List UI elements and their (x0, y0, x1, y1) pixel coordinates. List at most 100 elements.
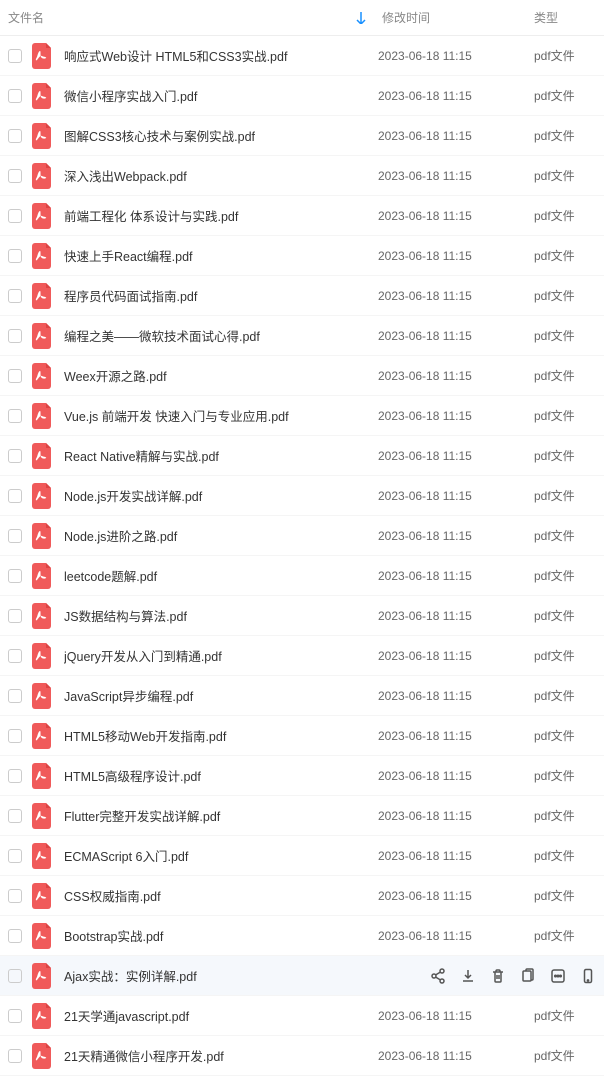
file-name[interactable]: 程序员代码面试指南.pdf (64, 286, 378, 305)
table-row[interactable]: React Native精解与实战.pdf 2023-06-18 11:15pd… (0, 436, 604, 476)
file-name[interactable]: 快速上手React编程.pdf (64, 246, 378, 265)
pdf-file-icon (32, 283, 54, 309)
file-name[interactable]: ECMAScript 6入门.pdf (64, 846, 378, 865)
row-checkbox[interactable] (8, 289, 22, 303)
file-name[interactable]: Node.js开发实战详解.pdf (64, 486, 378, 505)
table-row[interactable]: HTML5移动Web开发指南.pdf 2023-06-18 11:15pdf文件 (0, 716, 604, 756)
pdf-file-icon (32, 923, 54, 949)
file-name[interactable]: 编程之美——微软技术面试心得.pdf (64, 326, 378, 345)
file-name[interactable]: HTML5移动Web开发指南.pdf (64, 726, 378, 745)
row-checkbox[interactable] (8, 329, 22, 343)
row-checkbox[interactable] (8, 89, 22, 103)
row-checkbox[interactable] (8, 449, 22, 463)
file-name[interactable]: JS数据结构与算法.pdf (64, 606, 378, 625)
table-row[interactable]: Bootstrap实战.pdf 2023-06-18 11:15pdf文件 (0, 916, 604, 956)
delete-icon[interactable] (490, 968, 506, 984)
row-checkbox[interactable] (8, 889, 22, 903)
table-row[interactable]: Node.js进阶之路.pdf 2023-06-18 11:15pdf文件 (0, 516, 604, 556)
table-row[interactable]: leetcode题解.pdf 2023-06-18 11:15pdf文件 (0, 556, 604, 596)
file-type: pdf文件 (534, 647, 604, 664)
table-row[interactable]: 快速上手React编程.pdf 2023-06-18 11:15pdf文件 (0, 236, 604, 276)
row-checkbox[interactable] (8, 1009, 22, 1023)
file-date: 2023-06-18 11:15 (378, 249, 534, 263)
row-checkbox[interactable] (8, 529, 22, 543)
table-row[interactable]: Node.js开发实战详解.pdf 2023-06-18 11:15pdf文件 (0, 476, 604, 516)
row-checkbox[interactable] (8, 129, 22, 143)
table-row[interactable]: 前端工程化 体系设计与实践.pdf 2023-06-18 11:15pdf文件 (0, 196, 604, 236)
copy-icon[interactable] (520, 968, 536, 984)
file-name[interactable]: 微信小程序实战入门.pdf (64, 86, 378, 105)
row-checkbox[interactable] (8, 369, 22, 383)
file-name[interactable]: JavaScript异步编程.pdf (64, 686, 378, 705)
row-checkbox[interactable] (8, 1049, 22, 1063)
download-icon[interactable] (460, 968, 476, 984)
file-type: pdf文件 (534, 207, 604, 224)
file-name[interactable]: Weex开源之路.pdf (64, 366, 378, 385)
column-header-name[interactable]: 文件名 (0, 9, 378, 26)
row-checkbox[interactable] (8, 569, 22, 583)
table-row[interactable]: 21天学通javascript.pdf 2023-06-18 11:15pdf文… (0, 996, 604, 1036)
table-row[interactable]: Vue.js 前端开发 快速入门与专业应用.pdf 2023-06-18 11:… (0, 396, 604, 436)
row-checkbox[interactable] (8, 249, 22, 263)
row-checkbox[interactable] (8, 969, 22, 983)
row-checkbox[interactable] (8, 609, 22, 623)
file-type: pdf文件 (534, 1047, 604, 1064)
table-row[interactable]: 深入浅出Webpack.pdf 2023-06-18 11:15pdf文件 (0, 156, 604, 196)
table-row[interactable]: jQuery开发从入门到精通.pdf 2023-06-18 11:15pdf文件 (0, 636, 604, 676)
table-row[interactable]: 图解CSS3核心技术与案例实战.pdf 2023-06-18 11:15pdf文… (0, 116, 604, 156)
file-date: 2023-06-18 11:15 (378, 49, 534, 63)
file-name[interactable]: React Native精解与实战.pdf (64, 446, 378, 465)
table-row[interactable]: 编程之美——微软技术面试心得.pdf 2023-06-18 11:15pdf文件 (0, 316, 604, 356)
row-checkbox[interactable] (8, 649, 22, 663)
file-date: 2023-06-18 11:15 (378, 1049, 534, 1063)
file-date: 2023-06-18 11:15 (378, 449, 534, 463)
row-checkbox[interactable] (8, 849, 22, 863)
row-checkbox[interactable] (8, 169, 22, 183)
table-row[interactable]: 21天精通微信小程序开发.pdf 2023-06-18 11:15pdf文件 (0, 1036, 604, 1076)
column-header-date[interactable]: 修改时间 (378, 9, 534, 26)
file-name[interactable]: 21天学通javascript.pdf (64, 1006, 378, 1025)
row-checkbox[interactable] (8, 209, 22, 223)
share-icon[interactable] (430, 968, 446, 984)
file-name[interactable]: Node.js进阶之路.pdf (64, 526, 378, 545)
column-name-label: 文件名 (8, 9, 44, 26)
file-type: pdf文件 (534, 807, 604, 824)
row-checkbox[interactable] (8, 49, 22, 63)
table-row[interactable]: JS数据结构与算法.pdf 2023-06-18 11:15pdf文件 (0, 596, 604, 636)
column-header-type[interactable]: 类型 (534, 9, 604, 26)
row-checkbox[interactable] (8, 929, 22, 943)
row-checkbox[interactable] (8, 409, 22, 423)
file-type: pdf文件 (534, 727, 604, 744)
table-row[interactable]: Flutter完整开发实战详解.pdf 2023-06-18 11:15pdf文… (0, 796, 604, 836)
table-row[interactable]: JavaScript异步编程.pdf 2023-06-18 11:15pdf文件 (0, 676, 604, 716)
table-row[interactable]: 响应式Web设计 HTML5和CSS3实战.pdf 2023-06-18 11:… (0, 36, 604, 76)
table-row[interactable]: Weex开源之路.pdf 2023-06-18 11:15pdf文件 (0, 356, 604, 396)
file-name[interactable]: Bootstrap实战.pdf (64, 926, 378, 945)
table-row[interactable]: 微信小程序实战入门.pdf 2023-06-18 11:15pdf文件 (0, 76, 604, 116)
file-name[interactable]: 21天精通微信小程序开发.pdf (64, 1046, 378, 1065)
row-checkbox[interactable] (8, 729, 22, 743)
row-checkbox[interactable] (8, 769, 22, 783)
file-name[interactable]: 深入浅出Webpack.pdf (64, 166, 378, 185)
row-checkbox[interactable] (8, 689, 22, 703)
file-date: 2023-06-18 11:15 (378, 689, 534, 703)
file-name[interactable]: 前端工程化 体系设计与实践.pdf (64, 206, 378, 225)
file-name[interactable]: HTML5高级程序设计.pdf (64, 766, 378, 785)
table-row[interactable]: ECMAScript 6入门.pdf 2023-06-18 11:15pdf文件 (0, 836, 604, 876)
row-checkbox[interactable] (8, 489, 22, 503)
more-icon[interactable] (550, 968, 566, 984)
table-row[interactable]: Ajax实战：实例详解.pdf (0, 956, 604, 996)
file-name[interactable]: jQuery开发从入门到精通.pdf (64, 646, 378, 665)
file-name[interactable]: Flutter完整开发实战详解.pdf (64, 806, 378, 825)
file-name[interactable]: CSS权威指南.pdf (64, 886, 378, 905)
file-date: 2023-06-18 11:15 (378, 729, 534, 743)
row-checkbox[interactable] (8, 809, 22, 823)
phone-icon[interactable] (580, 968, 596, 984)
file-name[interactable]: 图解CSS3核心技术与案例实战.pdf (64, 126, 378, 145)
table-row[interactable]: 程序员代码面试指南.pdf 2023-06-18 11:15pdf文件 (0, 276, 604, 316)
table-row[interactable]: HTML5高级程序设计.pdf 2023-06-18 11:15pdf文件 (0, 756, 604, 796)
file-name[interactable]: Vue.js 前端开发 快速入门与专业应用.pdf (64, 406, 378, 425)
table-row[interactable]: CSS权威指南.pdf 2023-06-18 11:15pdf文件 (0, 876, 604, 916)
file-name[interactable]: 响应式Web设计 HTML5和CSS3实战.pdf (64, 46, 378, 65)
file-name[interactable]: leetcode题解.pdf (64, 566, 378, 585)
